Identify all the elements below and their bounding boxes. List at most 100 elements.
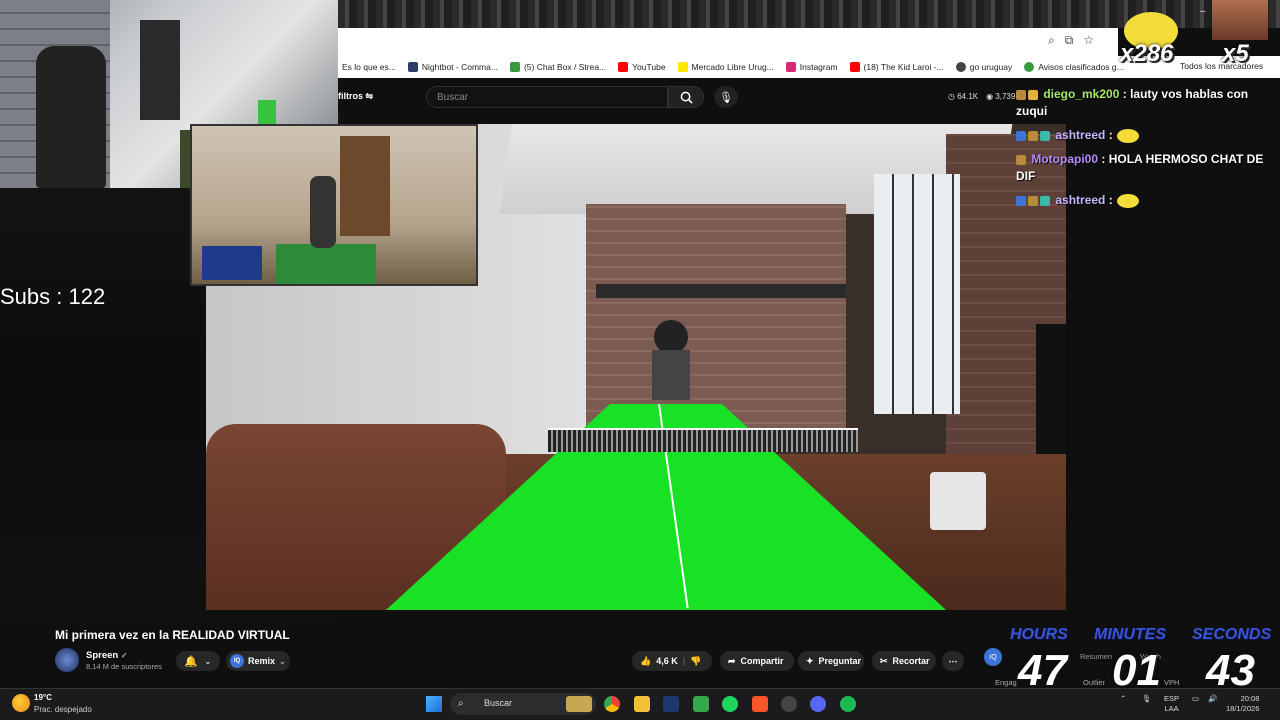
- filters-icon: ⇋: [365, 91, 374, 101]
- ask-button[interactable]: ✦ Preguntar: [798, 651, 864, 671]
- share-icon: ➦: [728, 655, 736, 666]
- youtube-icon: [849, 62, 860, 72]
- video-title: Mi primera vez en la REALIDAD VIRTUAL: [55, 628, 290, 642]
- tab-engagement[interactable]: Engag: [995, 678, 1017, 687]
- timer-seconds-label: SECONDS: [1192, 626, 1272, 643]
- chat-message: ashtreed :: [1016, 127, 1266, 144]
- install-icon[interactable]: ⧉: [1065, 33, 1074, 48]
- brave-icon[interactable]: [752, 696, 768, 712]
- weather-temperature[interactable]: 19°C: [34, 693, 52, 702]
- app-icon[interactable]: [840, 696, 856, 712]
- instagram-icon: [785, 62, 796, 72]
- windows-start-icon[interactable]: [426, 696, 442, 712]
- chat-username: Motopapi00: [1031, 152, 1099, 166]
- verified-icon: ✓: [120, 651, 128, 660]
- badge-icon: [1040, 130, 1050, 141]
- chat-username: ashtreed: [1055, 128, 1106, 142]
- tab-outlier[interactable]: Outlier: [1083, 678, 1105, 687]
- chat-overlay: diego_mk200 : lauty vos hablas con zuqui…: [1016, 86, 1266, 236]
- globe-icon: [955, 62, 966, 72]
- badge-icon: [1016, 130, 1026, 141]
- github-icon[interactable]: [781, 696, 797, 712]
- avisos-icon: [1024, 62, 1035, 72]
- thumbs-up-icon: 👍: [640, 655, 652, 666]
- spotify-icon[interactable]: [722, 696, 738, 712]
- scissors-icon: ✂: [880, 655, 888, 666]
- bookmark-item[interactable]: Nightbot - Comma...: [407, 62, 498, 72]
- like-button[interactable]: 👍 4,6 K | 👎: [632, 651, 712, 671]
- chat-message: Motopapi00 : HOLA HERMOSO CHAT DE DIF: [1016, 152, 1264, 183]
- chrome-icon[interactable]: [604, 696, 620, 712]
- bookmark-item[interactable]: YouTube: [618, 62, 666, 72]
- chat-username: diego_mk200: [1043, 87, 1120, 101]
- thumbs-down-icon[interactable]: 👎: [690, 656, 701, 667]
- minecraft-icon[interactable]: [693, 696, 709, 712]
- chevron-down-icon: ⌄: [204, 655, 212, 666]
- channel-name[interactable]: Spreen ✓: [86, 650, 128, 661]
- badge-icon: [1028, 89, 1038, 100]
- chevron-down-icon: ⌄: [279, 656, 286, 666]
- channel-subscribers: 8,14 M de suscriptores: [86, 662, 162, 671]
- channel-avatar[interactable]: [55, 648, 79, 672]
- weather-icon[interactable]: [12, 694, 30, 712]
- search-icon: [680, 91, 693, 104]
- timer-hours-label: HOURS: [1010, 626, 1068, 643]
- badge-icon: [1016, 89, 1026, 100]
- minimize-icon[interactable]: –: [1200, 6, 1206, 17]
- microphone-icon: 🎙: [719, 91, 733, 104]
- emote-icon: [1116, 128, 1139, 143]
- more-options-button[interactable]: ⋯: [942, 651, 964, 671]
- clip-button[interactable]: ✂ Recortar: [872, 651, 936, 671]
- file-explorer-icon[interactable]: [634, 696, 650, 712]
- remix-button[interactable]: IQ Remix ⌄: [226, 651, 290, 671]
- bookmark-item[interactable]: go uruguay: [955, 62, 1012, 72]
- system-clock[interactable]: 20:08 18/1/2026: [1226, 694, 1259, 714]
- volume-icon[interactable]: 🔊: [1208, 694, 1217, 704]
- star-icon[interactable]: ☆: [1083, 33, 1094, 48]
- discord-icon[interactable]: [810, 696, 826, 712]
- share-button[interactable]: ➦ Compartir: [720, 651, 794, 671]
- viewers-stat: ◷ 64.1K: [948, 92, 979, 101]
- nightbot-icon: [407, 62, 418, 72]
- tray-chevron-icon[interactable]: ⌃: [1120, 694, 1126, 704]
- address-bar-actions: ⌕ ⧉ ☆: [1048, 33, 1094, 48]
- iq-extension-button[interactable]: IQ: [984, 648, 1002, 666]
- emote-counter: x286: [1120, 40, 1174, 67]
- badge-icon: [1028, 130, 1038, 141]
- notifications-button[interactable]: 🔔 ⌄: [176, 651, 220, 671]
- steam-icon[interactable]: [663, 696, 679, 712]
- voice-search-button[interactable]: 🎙: [714, 86, 738, 108]
- tab-vph[interactable]: VPH: [1164, 678, 1179, 687]
- search-button[interactable]: [668, 86, 704, 108]
- microphone-icon[interactable]: 🎙: [1142, 694, 1152, 704]
- filters-button[interactable]: filtros ⇋: [338, 91, 373, 102]
- display-icon[interactable]: ▭: [1192, 694, 1199, 704]
- bookmark-item[interactable]: Mercado Libre Urug...: [677, 62, 774, 72]
- bookmark-item[interactable]: Avisos clasificados g...: [1024, 62, 1124, 72]
- reaction-face-image: [1212, 0, 1268, 40]
- badge-icon: [1016, 195, 1026, 206]
- search-icon: ⌕: [458, 698, 464, 709]
- remix-icon: IQ: [230, 654, 244, 668]
- mercadolibre-icon: [677, 62, 688, 72]
- bookmark-item[interactable]: Instagram: [785, 62, 838, 72]
- chat-message: ashtreed :: [1016, 192, 1266, 209]
- bookmark-item[interactable]: Es lo que es...: [342, 62, 396, 72]
- chatbox-icon: [509, 62, 520, 72]
- youtube-icon: [618, 62, 629, 72]
- bookmark-item[interactable]: (18) The Kid Laroi -...: [849, 62, 944, 72]
- address-bar[interactable]: [338, 28, 1118, 56]
- combo-counter: x5: [1222, 40, 1249, 67]
- tab-summary[interactable]: Resumen: [1080, 652, 1112, 661]
- zoom-icon[interactable]: ⌕: [1048, 33, 1055, 48]
- language-indicator[interactable]: ESP LAA: [1164, 694, 1179, 714]
- search-highlight-icon: [566, 696, 592, 712]
- weather-description[interactable]: Prac. despejado: [34, 705, 92, 714]
- bell-icon: 🔔: [184, 655, 199, 668]
- search-input[interactable]: Buscar: [426, 86, 668, 108]
- chat-message: diego_mk200 : lauty vos hablas con zuqui: [1016, 87, 1249, 118]
- bookmark-item[interactable]: (5) Chat Box / Strea...: [509, 62, 606, 72]
- screen: Subs : 122 ⌕ ⧉ ☆ Es lo que es... Nightbo…: [0, 0, 1280, 720]
- chat-username: ashtreed: [1055, 193, 1106, 207]
- emote-icon: [1116, 193, 1139, 208]
